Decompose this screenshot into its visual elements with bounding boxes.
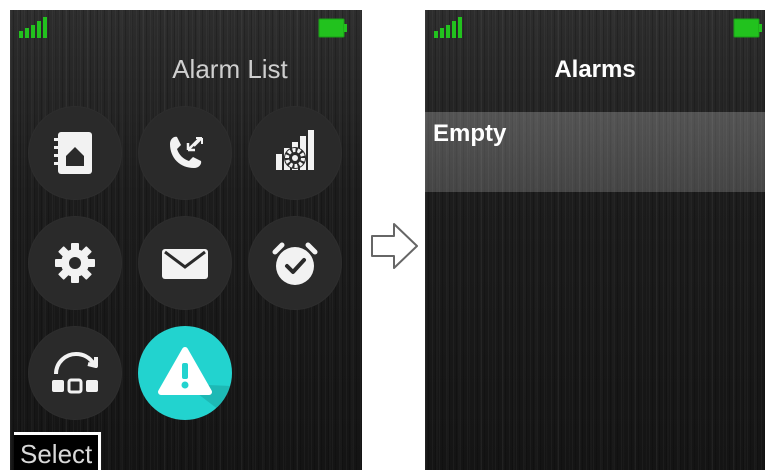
gear-icon (55, 243, 95, 283)
battery-icon (318, 18, 347, 38)
warning-triangle-icon (158, 347, 232, 420)
alarm-list-item[interactable]: Empty (425, 112, 765, 192)
page-title: Alarms (554, 56, 636, 83)
settings-app-button[interactable] (28, 216, 122, 310)
rotate-apps-icon (52, 351, 98, 394)
alarm-clock-app-button[interactable] (248, 216, 342, 310)
signal-strength-icon (19, 17, 47, 38)
main-menu-screen: Alarm List Select (10, 10, 362, 470)
alarm-clock-icon (272, 242, 318, 285)
profile-settings-app-button[interactable] (248, 106, 342, 200)
contacts-app-button[interactable] (28, 106, 122, 200)
profile-settings-icon (276, 130, 314, 170)
call-log-icon (170, 136, 203, 168)
alarms-screen: Alarms Empty (425, 10, 765, 470)
more-apps-button[interactable] (28, 326, 122, 420)
page-title: Alarm List (172, 54, 288, 84)
alarm-list-item-label: Empty (433, 120, 507, 147)
call-log-app-button[interactable] (138, 106, 232, 200)
messages-app-button[interactable] (138, 216, 232, 310)
envelope-icon (162, 249, 208, 279)
signal-strength-icon (434, 17, 462, 38)
battery-icon (733, 18, 762, 38)
alarm-list-app-button[interactable] (138, 326, 232, 420)
contacts-book-icon (54, 132, 92, 174)
right-arrow-icon (371, 223, 418, 269)
select-softkey[interactable]: Select (14, 432, 102, 470)
